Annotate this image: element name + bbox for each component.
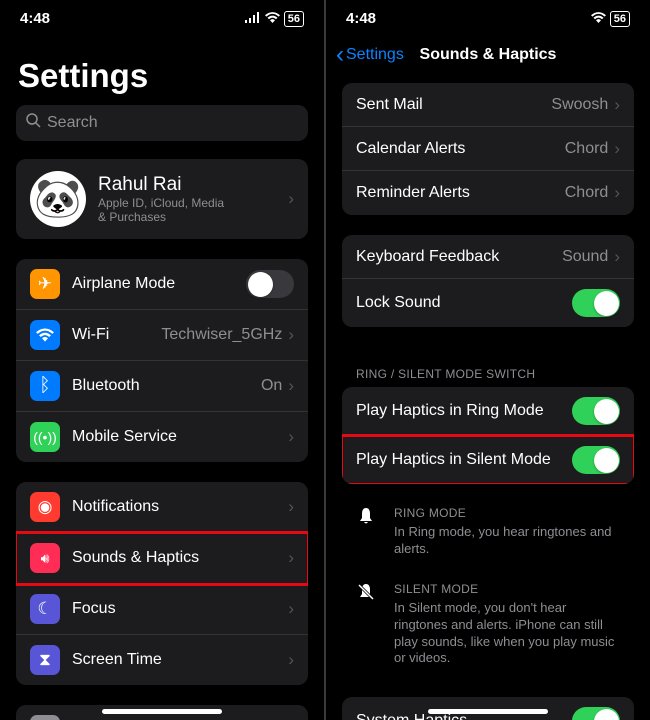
wifi-icon (265, 10, 280, 27)
home-indicator[interactable] (428, 709, 548, 714)
page-title: Settings (0, 33, 324, 105)
gear-icon: ⚙︎ (30, 715, 60, 720)
chevron-right-icon: › (614, 95, 620, 115)
system-haptics-toggle[interactable] (572, 707, 620, 720)
airplane-toggle[interactable] (246, 270, 294, 298)
ring-mode-title: RING MODE (394, 506, 620, 520)
haptics-silent-row: Play Haptics in Silent Mode (342, 436, 634, 484)
chevron-left-icon: ‹ (336, 41, 344, 69)
silent-mode-text: In Silent mode, you don't hear ringtones… (394, 600, 620, 668)
airplane-mode-row[interactable]: ✈︎ Airplane Mode (16, 259, 308, 310)
battery-indicator: 56 (284, 11, 304, 27)
chevron-right-icon: › (288, 189, 294, 209)
wifi-settings-icon (30, 320, 60, 350)
chevron-right-icon: › (288, 376, 294, 396)
screen-time-row[interactable]: ⧗ Screen Time › (16, 635, 308, 685)
keyboard-feedback-row[interactable]: Keyboard Feedback Sound › (342, 235, 634, 279)
moon-icon: ☾ (30, 594, 60, 624)
status-bar: 4:48 56 (0, 0, 324, 33)
chevron-right-icon: › (288, 548, 294, 568)
mobile-service-row[interactable]: ((•)) Mobile Service › (16, 412, 308, 462)
nav-title: Sounds & Haptics (420, 46, 557, 64)
sent-mail-row[interactable]: Sent Mail Swoosh › (342, 83, 634, 127)
chevron-right-icon: › (614, 247, 620, 267)
status-time: 4:48 (20, 10, 50, 27)
speaker-icon: 🔊︎ (30, 543, 60, 573)
profile-subtitle: Apple ID, iCloud, Media & Purchases (98, 196, 288, 225)
bell-slash-icon (356, 582, 378, 668)
notifications-row[interactable]: ◉ Notifications › (16, 482, 308, 533)
ring-mode-text: In Ring mode, you hear ringtones and ale… (394, 524, 620, 558)
left-phone-screen: 4:48 56 Settings Search 🐼 Rahul Rai Appl… (0, 0, 324, 720)
antenna-icon: ((•)) (30, 422, 60, 452)
wifi-icon (591, 10, 606, 27)
chevron-right-icon: › (288, 427, 294, 447)
bell-icon (356, 506, 378, 558)
focus-row[interactable]: ☾ Focus › (16, 584, 308, 635)
haptics-ring-row: Play Haptics in Ring Mode (342, 387, 634, 436)
home-indicator[interactable] (102, 709, 222, 714)
battery-indicator: 56 (610, 11, 630, 27)
search-icon (26, 113, 41, 133)
chevron-right-icon: › (614, 183, 620, 203)
bell-icon: ◉ (30, 492, 60, 522)
ring-silent-header: RING / SILENT MODE SWITCH (326, 347, 650, 387)
back-button[interactable]: ‹ Settings (336, 41, 404, 69)
chevron-right-icon: › (288, 325, 294, 345)
chevron-right-icon: › (288, 599, 294, 619)
lock-sound-row: Lock Sound (342, 279, 634, 327)
ring-mode-info: RING MODE In Ring mode, you hear rington… (326, 494, 650, 570)
wifi-row[interactable]: Wi-Fi Techwiser_5GHz › (16, 310, 308, 361)
reminder-alerts-row[interactable]: Reminder Alerts Chord › (342, 171, 634, 215)
search-input[interactable]: Search (16, 105, 308, 141)
lock-sound-toggle[interactable] (572, 289, 620, 317)
calendar-alerts-row[interactable]: Calendar Alerts Chord › (342, 127, 634, 171)
chevron-right-icon: › (288, 650, 294, 670)
chevron-right-icon: › (288, 497, 294, 517)
bluetooth-icon: ᛒ (30, 371, 60, 401)
profile-row[interactable]: 🐼 Rahul Rai Apple ID, iCloud, Media & Pu… (16, 159, 308, 239)
status-bar: 4:48 56 (326, 0, 650, 33)
signal-icon (245, 10, 261, 27)
sounds-haptics-row[interactable]: 🔊︎ Sounds & Haptics › (16, 533, 308, 584)
avatar: 🐼 (30, 171, 86, 227)
right-phone-screen: 4:48 56 ‹ Settings Sounds & Haptics Sent… (326, 0, 650, 720)
nav-header: ‹ Settings Sounds & Haptics (326, 33, 650, 77)
search-placeholder: Search (47, 114, 98, 132)
haptics-ring-toggle[interactable] (572, 397, 620, 425)
profile-name: Rahul Rai (98, 174, 288, 196)
bluetooth-row[interactable]: ᛒ Bluetooth On › (16, 361, 308, 412)
airplane-icon: ✈︎ (30, 269, 60, 299)
status-time: 4:48 (346, 10, 376, 27)
hourglass-icon: ⧗ (30, 645, 60, 675)
silent-mode-title: SILENT MODE (394, 582, 620, 596)
chevron-right-icon: › (614, 139, 620, 159)
silent-mode-info: SILENT MODE In Silent mode, you don't he… (326, 570, 650, 680)
haptics-silent-toggle[interactable] (572, 446, 620, 474)
